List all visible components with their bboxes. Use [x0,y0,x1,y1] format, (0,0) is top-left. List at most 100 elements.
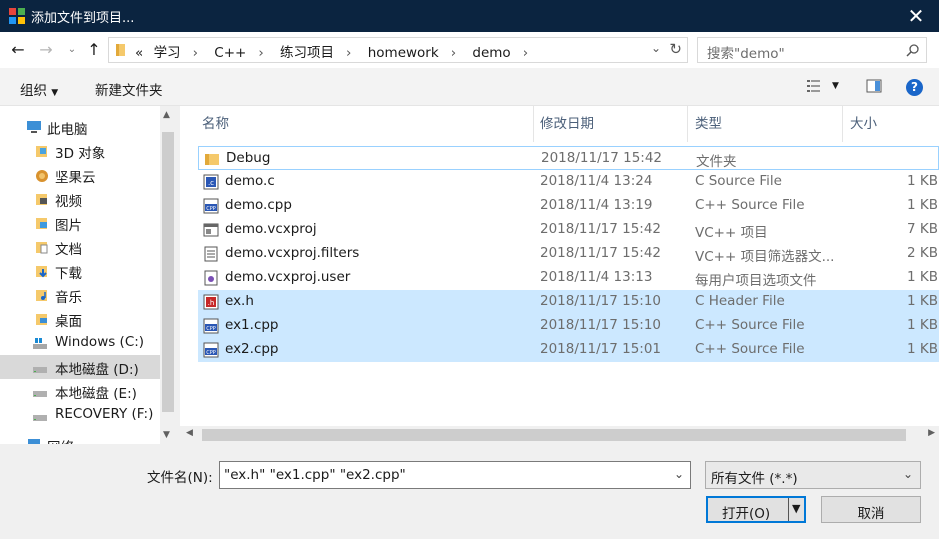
user-file-icon [204,270,218,286]
cancel-button[interactable]: 取消 [821,496,921,523]
breadcrumb-chevron-icon[interactable]: › [451,45,456,61]
new-folder-button[interactable]: 新建文件夹 [95,79,163,99]
preview-pane-icon[interactable] [866,78,882,94]
breadcrumb-overflow[interactable]: « [135,45,143,61]
scrollbar-thumb[interactable] [162,132,174,412]
sidebar-item-nutstore[interactable]: 坚果云 [0,163,160,187]
column-divider[interactable] [842,106,843,142]
breadcrumb-item[interactable]: homework [368,45,439,61]
column-header-size[interactable]: 大小 [850,106,877,142]
breadcrumb-chevron-icon[interactable]: › [346,45,351,61]
open-button[interactable]: 打开(O) ▼ [706,496,806,523]
documents-folder-icon [36,242,48,254]
sidebar-item-downloads[interactable]: 下载 [0,259,160,283]
recent-locations-chevron-icon[interactable]: ⌄ [62,40,82,60]
navigation-bar: ← → ⌄ ↑ « 学习 › C++ › 练习项目 › homework › demo ›… [0,32,939,68]
column-header-type[interactable]: 类型 [695,106,722,142]
help-icon[interactable]: ? [906,79,923,96]
breadcrumb-chevron-icon[interactable]: › [258,45,263,61]
file-date: 2018/11/17 15:42 [540,245,662,261]
scroll-up-icon[interactable]: ▲ [163,110,170,120]
window-title: 添加文件到项目... [31,11,135,26]
file-row[interactable]: .c demo.c 2018/11/4 13:24 C Source File … [198,170,939,194]
close-icon[interactable]: ✕ [893,0,939,32]
breadcrumb-chevron-icon[interactable]: › [193,45,198,61]
scrollbar-thumb[interactable] [202,429,906,441]
sidebar-item-label: 本地磁盘 (D:) [55,362,139,378]
up-arrow-icon[interactable]: ↑ [84,40,104,60]
file-name: ex.h [225,293,254,309]
file-size: 1 KB [907,269,938,285]
scroll-left-icon[interactable]: ◀ [186,428,193,438]
sidebar-item-label: 3D 对象 [55,146,106,162]
cpp-file-icon: CPP [203,342,219,358]
sidebar-item-label: 下载 [55,266,82,282]
file-row[interactable]: .h ex.h 2018/11/17 15:10 C Header File 1… [198,290,939,314]
sidebar-item-local-disk-e[interactable]: 本地磁盘 (E:) [0,379,160,403]
h-file-icon: .h [203,294,219,310]
file-row[interactable]: CPP ex2.cpp 2018/11/17 15:01 C++ Source … [198,338,939,362]
search-input[interactable]: 搜索"demo" [697,37,927,63]
file-row[interactable]: Debug 2018/11/17 15:42 文件夹 [198,146,939,170]
file-row[interactable]: CPP ex1.cpp 2018/11/17 15:10 C++ Source … [198,314,939,338]
organize-button[interactable]: 组织 ▼ [20,79,58,99]
chevron-down-icon: ⌄ [902,467,913,481]
sidebar-item-label: 本地磁盘 (E:) [55,386,137,402]
file-name: demo.vcxproj.filters [225,245,360,261]
scroll-down-icon[interactable]: ▼ [163,430,170,440]
drive-icon [33,367,47,373]
breadcrumb-item[interactable]: 学习 [154,45,181,61]
file-size: 1 KB [907,293,938,309]
sidebar-item-network[interactable]: 网络 [0,433,160,444]
breadcrumb-item[interactable]: C++ [214,45,246,61]
svg-text:CPP: CPP [206,350,216,356]
address-bar[interactable]: « 学习 › C++ › 练习项目 › homework › demo › ⌄ ↻ [108,37,688,63]
column-divider[interactable] [533,106,534,142]
file-type: VC++ 项目筛选器文... [695,249,835,265]
file-type: C++ Source File [695,317,805,333]
sidebar-item-3d-objects[interactable]: 3D 对象 [0,139,160,163]
sidebar-item-local-disk-d[interactable]: 本地磁盘 (D:) [0,355,160,379]
sidebar-item-videos[interactable]: 视频 [0,187,160,211]
address-dropdown-icon[interactable]: ⌄ [651,41,661,55]
sidebar-item-pictures[interactable]: 图片 [0,211,160,235]
view-options-icon[interactable] [806,78,822,94]
open-options-dropdown-icon[interactable]: ▼ [792,502,800,515]
column-header-name[interactable]: 名称 [202,106,229,142]
horizontal-scrollbar[interactable]: ◀ ▶ [180,426,939,444]
forward-arrow-icon[interactable]: → [36,40,56,60]
file-size: 7 KB [907,221,938,237]
file-row[interactable]: demo.vcxproj.filters 2018/11/17 15:42 VC… [198,242,939,266]
open-button-label: 打开(O) [722,506,771,522]
sidebar-scrollbar[interactable]: ▲ ▼ [160,106,176,444]
breadcrumb-chevron-icon[interactable]: › [523,45,528,61]
file-name: demo.vcxproj.user [225,269,351,285]
sidebar-item-label: 图片 [55,218,82,234]
filename-input[interactable]: "ex.h" "ex1.cpp" "ex2.cpp" ⌄ [219,461,691,489]
sidebar-item-music[interactable]: 音乐 [0,283,160,307]
sidebar-item-desktop[interactable]: 桌面 [0,307,160,331]
sidebar-item-recovery-f[interactable]: RECOVERY (F:) [0,403,160,427]
column-divider[interactable] [687,106,688,142]
view-dropdown-icon[interactable]: ▼ [832,81,839,91]
pc-icon [27,121,41,133]
scroll-right-icon[interactable]: ▶ [928,428,935,438]
file-type: VC++ 项目 [695,225,768,241]
breadcrumb-item[interactable]: 练习项目 [280,45,334,61]
nutstore-icon [36,170,48,182]
pictures-folder-icon [36,218,47,229]
sidebar-item-documents[interactable]: 文档 [0,235,160,259]
file-type-select[interactable]: 所有文件 (*.*) ⌄ [705,461,921,489]
sidebar-item-windows-c[interactable]: Windows (C:) [0,331,160,355]
file-row[interactable]: CPP demo.cpp 2018/11/4 13:19 C++ Source … [198,194,939,218]
sidebar-item-label: RECOVERY (F:) [55,406,154,422]
breadcrumb-item[interactable]: demo [472,45,510,61]
chevron-down-icon[interactable]: ⌄ [674,467,684,481]
file-row[interactable]: demo.vcxproj 2018/11/17 15:42 VC++ 项目 7 … [198,218,939,242]
refresh-icon[interactable]: ↻ [669,40,682,58]
c-file-icon: .c [203,174,219,190]
column-header-date[interactable]: 修改日期 [540,106,594,142]
file-row[interactable]: demo.vcxproj.user 2018/11/4 13:13 每用户项目选… [198,266,939,290]
back-arrow-icon[interactable]: ← [8,40,28,60]
sidebar-item-this-pc[interactable]: 此电脑 [0,115,160,139]
